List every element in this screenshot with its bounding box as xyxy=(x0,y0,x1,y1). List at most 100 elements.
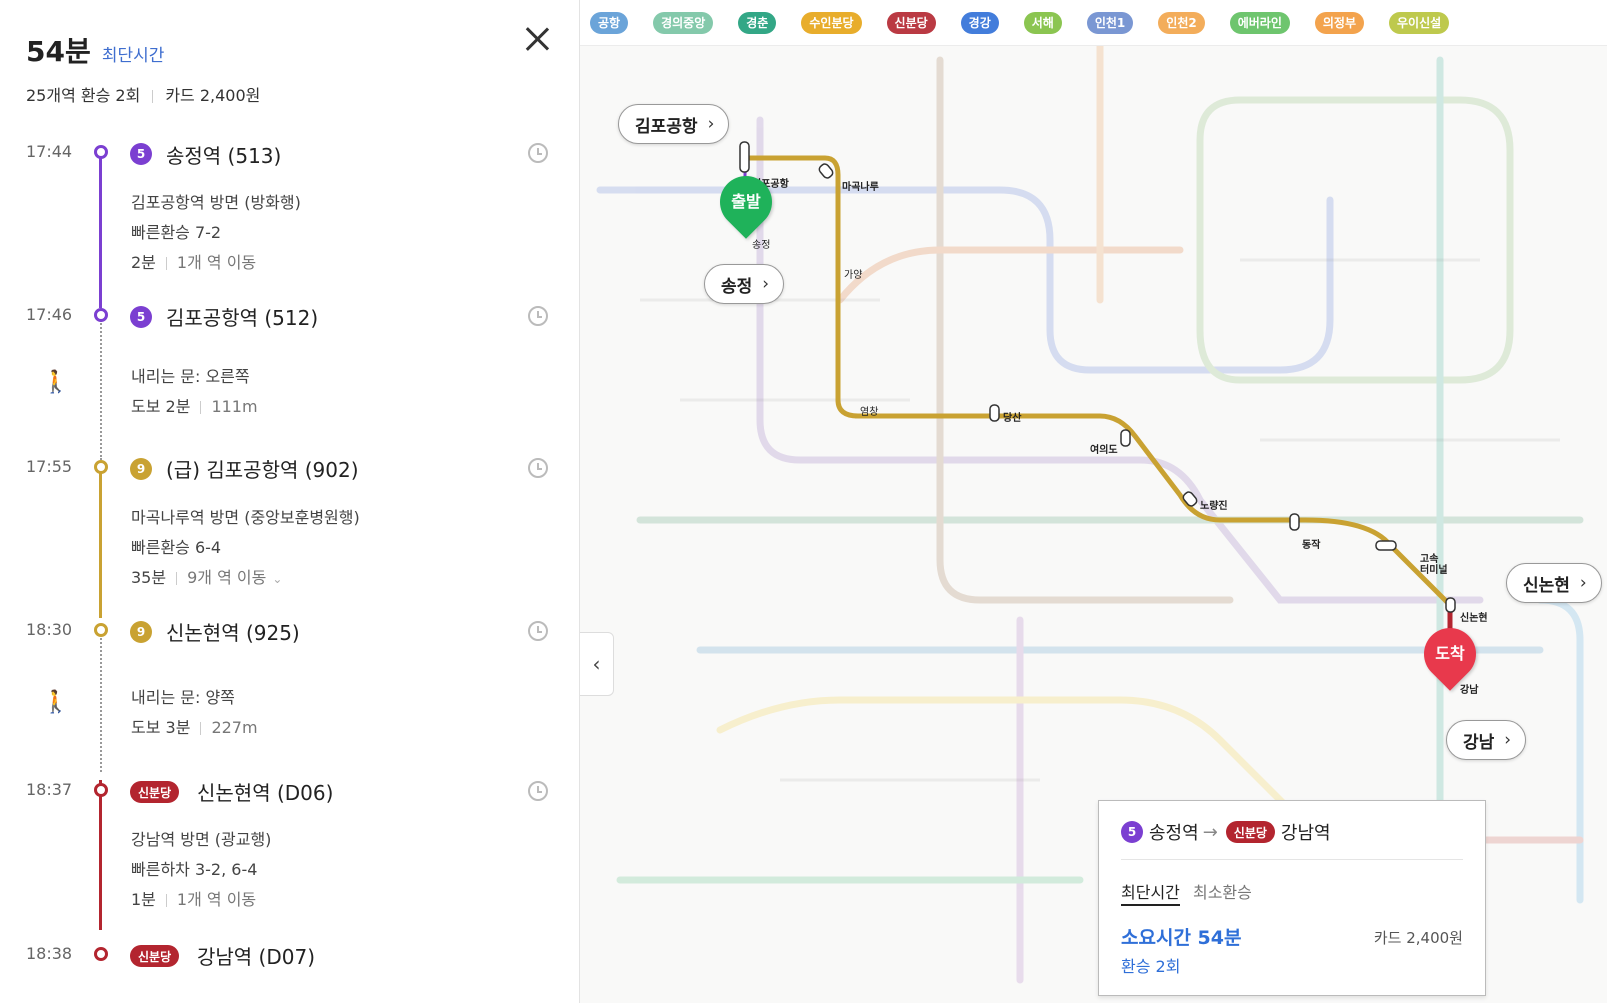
clock-icon[interactable] xyxy=(528,781,548,801)
step-time: 18:37 xyxy=(26,780,73,799)
map-station-label: 신논현 xyxy=(1460,613,1488,624)
line-filter-chip[interactable]: 에버라인 xyxy=(1229,11,1290,34)
step-time: 17:46 xyxy=(26,305,73,324)
walk-distance: 227m xyxy=(211,718,258,737)
direction-text: 김포공항역 방면 (방화행) xyxy=(131,193,301,212)
map-station-label: 여의도 xyxy=(1090,445,1118,456)
duration-type-label: 최단시간 xyxy=(101,46,165,66)
callout-gangnam[interactable]: 강남 › xyxy=(1446,720,1527,760)
walk-segment xyxy=(99,320,102,460)
line-filter-chip[interactable]: 경강 xyxy=(960,11,999,34)
callout-label: 김포공항 xyxy=(635,116,698,137)
walk-distance: 111m xyxy=(211,397,258,416)
door-side-text: 내리는 문: 양쪽 xyxy=(131,688,235,707)
line9-segment xyxy=(99,468,102,618)
divider xyxy=(1121,859,1463,860)
chevron-right-icon: › xyxy=(1504,730,1512,750)
quick-transfer-text: 빠른환승 7-2 xyxy=(131,223,222,242)
step-time: 17:55 xyxy=(26,457,73,476)
line-filter-chip[interactable]: 서해 xyxy=(1023,11,1062,34)
card-transfer-count: 환승 2회 xyxy=(1121,957,1181,976)
station-name[interactable]: 신논현역 (D06) xyxy=(197,777,333,806)
start-pin-label: 출발 xyxy=(731,192,761,211)
station-name[interactable]: 강남역 (D07) xyxy=(197,941,315,970)
total-duration: 54분 xyxy=(26,35,91,68)
map-station-label: 노량진 xyxy=(1200,501,1228,512)
step-time: 17:44 xyxy=(26,142,73,161)
callout-gimpo[interactable]: 김포공항 › xyxy=(618,104,730,144)
ride-info: 김포공항역 방면 (방화행) 빠른환승 7-2 2분 1개 역 이동 xyxy=(131,188,301,278)
station-name[interactable]: 송정역 (513) xyxy=(166,140,281,169)
walk-info: 내리는 문: 양쪽 도보 3분 227m xyxy=(131,683,258,743)
line-filter-chip[interactable]: 경춘 xyxy=(738,11,777,34)
callout-sinnonhyeon[interactable]: 신논현 › xyxy=(1506,563,1602,603)
line-filter-chip[interactable]: 의정부 xyxy=(1314,11,1365,34)
map-station-label: 강남 xyxy=(1460,685,1479,696)
close-icon[interactable] xyxy=(520,22,554,56)
end-pin-label: 도착 xyxy=(1435,644,1465,663)
map-station-label: 고속 터미널 xyxy=(1420,554,1448,576)
callout-label: 송정 xyxy=(721,276,753,297)
shinbundang-segment xyxy=(99,780,102,930)
line-filter-chip[interactable]: 신분당 xyxy=(886,11,936,34)
station-name[interactable]: 김포공항역 (512) xyxy=(166,302,318,331)
clock-icon[interactable] xyxy=(528,458,548,478)
walk-icon: 🚶 xyxy=(42,370,70,395)
line-filter-chip[interactable]: 인천2 xyxy=(1158,11,1205,34)
card-from-station: 송정역 xyxy=(1149,823,1199,844)
route-option-tabs: 최단시간 최소환승 xyxy=(1121,879,1252,906)
station-node xyxy=(94,145,108,159)
callout-songjeong[interactable]: 송정 › xyxy=(704,264,785,304)
map-station-label: 동작 xyxy=(1302,540,1321,551)
line-filter-chip[interactable]: 수인분당 xyxy=(801,11,862,34)
station-name[interactable]: 신논현역 (925) xyxy=(166,617,300,646)
subway-map[interactable]: 공항 경의중앙 경춘 수인분당 신분당 경강 서해 인천1 인천2 에버라인 의정부 우이신설 김포공… xyxy=(580,0,1607,1003)
station-node xyxy=(94,308,108,322)
clock-icon[interactable] xyxy=(528,143,548,163)
stop-count: 1개 역 이동 xyxy=(176,890,257,909)
line-filter-bar: 공항 경의중앙 경춘 수인분당 신분당 경강 서해 인천1 인천2 에버라인 의정부 우이신설 xyxy=(580,0,1607,46)
map-station-label: 송정 xyxy=(752,240,771,251)
collapse-panel-button[interactable]: ‹ xyxy=(580,632,614,696)
ride-minutes: 35분 xyxy=(131,568,167,587)
chevron-right-icon: › xyxy=(762,274,770,294)
map-station-label: 염창 xyxy=(860,407,879,418)
clock-icon[interactable] xyxy=(528,306,548,326)
station-name[interactable]: (급) 김포공항역 (902) xyxy=(166,454,359,483)
stop-count: 1개 역 이동 xyxy=(176,253,257,272)
callout-label: 강남 xyxy=(1463,732,1495,753)
arrow-right-icon: → xyxy=(1202,821,1218,843)
line-badge: 신분당 xyxy=(130,945,180,967)
route-detail-panel: 54분 최단시간 25개역 환승 2회 카드 2,400원 17:44 5 송정역… xyxy=(0,0,580,1003)
line-filter-chip[interactable]: 공항 xyxy=(590,11,629,34)
line-filter-chip[interactable]: 경의중앙 xyxy=(653,11,714,34)
chevron-right-icon: › xyxy=(1579,573,1587,593)
walk-segment xyxy=(99,630,102,772)
ride-minutes: 2분 xyxy=(131,253,156,272)
direction-text: 강남역 방면 (광교행) xyxy=(131,830,272,849)
station-transfer-count: 25개역 환승 2회 xyxy=(26,86,141,105)
line-badge: 9 xyxy=(130,621,152,643)
chevron-down-icon[interactable]: ⌄ xyxy=(272,564,282,594)
line-filter-chip[interactable]: 우이신설 xyxy=(1389,11,1450,34)
card-to-station: 강남역 xyxy=(1280,823,1331,844)
quick-transfer-text: 빠른환승 6-4 xyxy=(131,538,222,557)
map-station-label: 가양 xyxy=(844,270,863,281)
tab-fewest-transfers[interactable]: 최소환승 xyxy=(1193,883,1252,902)
stop-count[interactable]: 9개 역 이동 xyxy=(187,568,266,587)
route-header: 54분 최단시간 xyxy=(26,30,164,70)
map-station-label: 마곡나루 xyxy=(842,182,879,193)
ride-info: 강남역 방면 (광교행) 빠른하차 3-2, 6-4 1분 1개 역 이동 xyxy=(131,825,271,915)
walk-icon: 🚶 xyxy=(42,690,70,715)
card-fare: 카드 2,400원 xyxy=(1373,929,1463,947)
tab-fastest[interactable]: 최단시간 xyxy=(1121,883,1180,906)
door-side-text: 내리는 문: 오른쪽 xyxy=(131,367,250,386)
line-filter-chip[interactable]: 인천1 xyxy=(1086,11,1134,34)
card-duration[interactable]: 소요시간 54분 xyxy=(1121,923,1241,950)
ride-minutes: 1분 xyxy=(131,890,156,909)
clock-icon[interactable] xyxy=(528,621,548,641)
ride-info: 마곡나루역 방면 (중앙보훈병원행) 빠른환승 6-4 35분 9개 역 이동 ⌄ xyxy=(131,503,360,594)
map-station-label: 당산 xyxy=(1003,413,1022,424)
step-time: 18:38 xyxy=(26,944,73,963)
walk-time: 도보 2분 xyxy=(131,397,191,416)
